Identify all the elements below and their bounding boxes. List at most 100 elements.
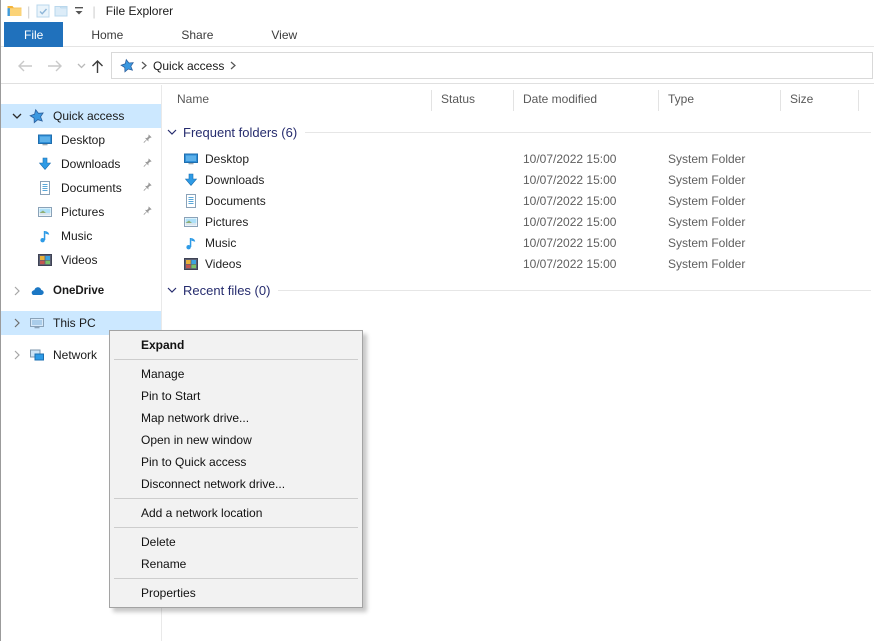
file-type: System Folder: [668, 152, 745, 166]
documents-icon: [183, 193, 199, 209]
context-menu-item-manage[interactable]: Manage: [112, 363, 360, 385]
context-menu-item-add-a-network-location[interactable]: Add a network location: [112, 502, 360, 524]
up-button[interactable]: [85, 54, 109, 78]
onedrive-icon: [29, 283, 45, 299]
file-name: Documents: [205, 194, 266, 208]
file-name: Desktop: [205, 152, 249, 166]
column-header-size[interactable]: Size: [790, 92, 813, 106]
file-type: System Folder: [668, 194, 745, 208]
tab-view[interactable]: View: [251, 22, 317, 47]
context-menu-item-expand[interactable]: Expand: [112, 334, 360, 356]
qat-separator: |: [27, 4, 30, 19]
sidebar-item-documents[interactable]: Documents: [1, 176, 161, 200]
sidebar-item-label: This PC: [53, 316, 96, 330]
group-header-label: Frequent folders (6): [183, 125, 297, 140]
file-type: System Folder: [668, 236, 745, 250]
column-divider[interactable]: [780, 90, 781, 111]
chevron-right-icon[interactable]: [9, 286, 25, 296]
forward-button[interactable]: [43, 54, 67, 78]
breadcrumb-location[interactable]: Quick access: [153, 59, 224, 73]
tab-file[interactable]: File: [4, 22, 63, 47]
desktop-icon: [183, 151, 199, 167]
pictures-icon: [183, 214, 199, 230]
sidebar-item-pictures[interactable]: Pictures: [1, 200, 161, 224]
file-row-music[interactable]: Music 10/07/2022 15:00 System Folder: [162, 232, 874, 253]
pin-icon: [141, 133, 153, 145]
file-row-pictures[interactable]: Pictures 10/07/2022 15:00 System Folder: [162, 211, 874, 232]
column-header-type[interactable]: Type: [668, 92, 694, 106]
file-name: Music: [205, 236, 236, 250]
file-date-modified: 10/07/2022 15:00: [523, 194, 616, 208]
file-type: System Folder: [668, 173, 745, 187]
context-menu-item-properties[interactable]: Properties: [112, 582, 360, 604]
tab-share[interactable]: Share: [161, 22, 233, 47]
context-menu-item-pin-to-start[interactable]: Pin to Start: [112, 385, 360, 407]
sidebar-item-onedrive[interactable]: OneDrive: [1, 279, 161, 303]
context-menu-item-rename[interactable]: Rename: [112, 553, 360, 575]
tab-home[interactable]: Home: [71, 22, 143, 47]
sidebar-item-label: OneDrive: [53, 285, 104, 297]
qat-customize-dropdown[interactable]: [70, 3, 88, 19]
back-button[interactable]: [13, 54, 37, 78]
column-header-status[interactable]: Status: [441, 92, 475, 106]
pin-icon: [141, 157, 153, 169]
quick-access-star-icon: [29, 108, 45, 124]
file-row-videos[interactable]: Videos 10/07/2022 15:00 System Folder: [162, 253, 874, 274]
sidebar-item-music[interactable]: Music: [1, 224, 161, 248]
menu-separator: [114, 498, 358, 499]
column-header-name[interactable]: Name: [177, 92, 209, 106]
column-header-date-modified[interactable]: Date modified: [523, 92, 597, 106]
column-divider[interactable]: [658, 90, 659, 111]
sidebar-item-desktop[interactable]: Desktop: [1, 128, 161, 152]
sidebar-item-label: Pictures: [61, 205, 104, 219]
file-date-modified: 10/07/2022 15:00: [523, 173, 616, 187]
documents-icon: [37, 180, 53, 196]
group-header-recent-files[interactable]: Recent files (0): [167, 282, 871, 298]
desktop-icon: [37, 132, 53, 148]
column-divider[interactable]: [431, 90, 432, 111]
address-bar-row: Quick access: [1, 47, 874, 84]
sidebar-item-label: Quick access: [53, 109, 124, 123]
network-icon: [29, 347, 45, 363]
file-date-modified: 10/07/2022 15:00: [523, 257, 616, 271]
context-menu-item-map-network-drive[interactable]: Map network drive...: [112, 407, 360, 429]
file-type: System Folder: [668, 257, 745, 271]
group-header-frequent-folders[interactable]: Frequent folders (6): [167, 124, 871, 140]
pictures-icon: [37, 204, 53, 220]
sidebar-item-label: Music: [61, 229, 92, 243]
group-header-line: [305, 132, 871, 133]
column-divider[interactable]: [513, 90, 514, 111]
context-menu-item-delete[interactable]: Delete: [112, 531, 360, 553]
context-menu-item-open-in-new-window[interactable]: Open in new window: [112, 429, 360, 451]
chevron-right-icon[interactable]: [9, 350, 25, 360]
chevron-down-icon[interactable]: [9, 113, 25, 120]
address-bar[interactable]: Quick access: [111, 52, 873, 79]
file-name: Videos: [205, 257, 241, 271]
music-icon: [37, 228, 53, 244]
breadcrumb-chevron-icon: [230, 61, 236, 70]
context-menu-item-disconnect-network-drive[interactable]: Disconnect network drive...: [112, 473, 360, 495]
file-row-documents[interactable]: Documents 10/07/2022 15:00 System Folder: [162, 190, 874, 211]
qat-new-folder-button[interactable]: [52, 3, 70, 19]
column-divider[interactable]: [858, 90, 859, 111]
context-menu-item-pin-to-quick-access[interactable]: Pin to Quick access: [112, 451, 360, 473]
sidebar-item-downloads[interactable]: Downloads: [1, 152, 161, 176]
sidebar-item-videos[interactable]: Videos: [1, 248, 161, 272]
menu-separator: [114, 359, 358, 360]
file-row-desktop[interactable]: Desktop 10/07/2022 15:00 System Folder: [162, 148, 874, 169]
sidebar-item-quick-access[interactable]: Quick access: [1, 104, 161, 128]
window-title: File Explorer: [106, 4, 173, 18]
qat-properties-button[interactable]: [34, 3, 52, 19]
sidebar-item-label: Downloads: [61, 157, 120, 171]
file-date-modified: 10/07/2022 15:00: [523, 215, 616, 229]
file-name: Pictures: [205, 215, 248, 229]
this-pc-icon: [29, 315, 45, 331]
sidebar-item-label: Videos: [61, 253, 97, 267]
music-icon: [183, 235, 199, 251]
videos-icon: [37, 252, 53, 268]
group-header-line: [278, 290, 871, 291]
menu-separator: [114, 527, 358, 528]
file-row-downloads[interactable]: Downloads 10/07/2022 15:00 System Folder: [162, 169, 874, 190]
chevron-down-icon: [167, 129, 177, 136]
chevron-right-icon[interactable]: [9, 318, 25, 328]
